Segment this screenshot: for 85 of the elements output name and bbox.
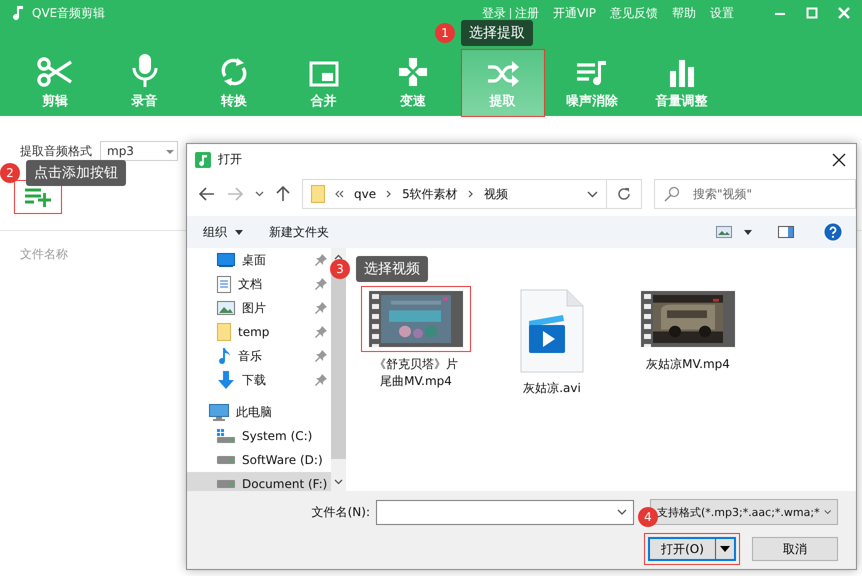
- app-title: QVE音频剪辑: [32, 4, 106, 22]
- picture-in-picture-icon: [308, 61, 338, 87]
- new-folder-button[interactable]: 新建文件夹: [269, 224, 329, 240]
- chevron-down-icon: [824, 509, 831, 515]
- maximize-icon[interactable]: [806, 7, 818, 19]
- scissors-icon: [37, 57, 73, 87]
- folder-icon: [217, 323, 231, 341]
- nav-item[interactable]: 桌面: [187, 248, 332, 272]
- music-app-icon: [195, 152, 211, 168]
- refresh-button[interactable]: [607, 179, 642, 209]
- filename-field[interactable]: [376, 500, 634, 524]
- nav-item[interactable]: temp: [187, 320, 332, 344]
- pin-icon[interactable]: [315, 326, 328, 338]
- pin-icon[interactable]: [315, 254, 328, 266]
- cancel-button[interactable]: 取消: [752, 537, 838, 561]
- pin-icon[interactable]: [315, 278, 328, 290]
- scrollbar[interactable]: [331, 248, 346, 491]
- pin-icon[interactable]: [315, 350, 328, 362]
- step-tooltip: 选择提取: [461, 20, 533, 46]
- step-tooltip: 选择视频: [356, 256, 428, 282]
- nav-item[interactable]: 图片: [187, 296, 332, 320]
- double-chevron-icon: [335, 190, 344, 198]
- organize-menu[interactable]: 组织: [203, 224, 243, 240]
- open-button[interactable]: 打开(O): [648, 537, 716, 561]
- desktop-icon: [217, 253, 235, 267]
- close-icon[interactable]: [832, 152, 846, 166]
- breadcrumb[interactable]: 5软件素材: [402, 186, 458, 202]
- chevron-down-icon[interactable]: [617, 509, 627, 515]
- chevron-right-icon: [386, 190, 392, 198]
- gamepad-icon: [398, 57, 428, 87]
- dialog-title: 打开: [218, 151, 242, 168]
- chevron-down-icon[interactable]: [587, 190, 598, 198]
- step-number-badge: 2: [0, 163, 20, 183]
- file-type-dropdown[interactable]: 支持格式(*.mp3;*.aac;*.wma;*: [650, 499, 838, 525]
- pin-icon[interactable]: [315, 374, 328, 386]
- filename-label: 文件名(N):: [312, 504, 370, 520]
- help-icon[interactable]: [824, 223, 842, 241]
- drive-icon: [217, 456, 235, 464]
- image-icon: [217, 301, 235, 315]
- nav-item[interactable]: 此电脑: [187, 400, 332, 424]
- shuffle-icon: [486, 61, 518, 87]
- music-note-icon: [12, 5, 24, 21]
- microphone-icon: [130, 53, 158, 87]
- system-drive-icon: [217, 429, 235, 443]
- nav-item[interactable]: 文档: [187, 272, 332, 296]
- refresh-icon: [220, 57, 248, 87]
- search-icon: [664, 186, 680, 202]
- address-bar[interactable]: qve 5软件素材 视频: [302, 179, 607, 209]
- breadcrumb[interactable]: 视频: [484, 186, 508, 202]
- bar-chart-icon: [668, 59, 694, 87]
- music-note-icon: [217, 347, 231, 365]
- view-mode-icon[interactable]: [716, 226, 732, 238]
- caret-down-icon: [720, 546, 730, 552]
- column-header: 文件名称: [20, 247, 68, 261]
- nav-item[interactable]: 音乐: [187, 344, 332, 368]
- scroll-up-icon[interactable]: [334, 254, 344, 260]
- nav-item[interactable]: System (C:): [187, 424, 332, 448]
- preview-pane-icon[interactable]: [778, 226, 794, 238]
- folder-icon: [311, 185, 325, 203]
- chevron-right-icon: [468, 190, 474, 198]
- up-arrow-icon[interactable]: [276, 186, 290, 202]
- document-icon: [217, 276, 231, 292]
- file-item[interactable]: 《舒克贝塔》片尾曲MV.mp4: [358, 286, 474, 390]
- nav-item[interactable]: 下载: [187, 368, 332, 392]
- drive-icon: [217, 480, 235, 488]
- breadcrumb[interactable]: qve: [354, 187, 376, 201]
- chevron-down-icon[interactable]: [255, 191, 264, 197]
- open-dropdown-button[interactable]: [716, 537, 736, 561]
- refresh-icon: [617, 187, 631, 201]
- step-tooltip: 点击添加按钮: [26, 160, 126, 186]
- computer-icon: [209, 404, 229, 420]
- download-arrow-icon: [217, 371, 235, 389]
- playlist-icon: [576, 59, 608, 87]
- caret-down-icon: [235, 230, 243, 234]
- caret-down-icon[interactable]: [744, 230, 752, 234]
- add-list-icon: [24, 187, 52, 207]
- search-field[interactable]: 搜索"视频": [654, 179, 856, 209]
- scroll-down-icon[interactable]: [334, 479, 344, 485]
- video-file-icon: [520, 289, 584, 373]
- nav-item[interactable]: SoftWare (D:): [187, 448, 332, 472]
- back-arrow-icon[interactable]: [199, 187, 215, 201]
- pin-icon[interactable]: [315, 302, 328, 314]
- format-label: 提取音频格式: [20, 142, 92, 160]
- file-item[interactable]: 灰姑凉MV.mp4: [630, 286, 746, 373]
- file-item[interactable]: 灰姑凉.avi: [494, 286, 610, 397]
